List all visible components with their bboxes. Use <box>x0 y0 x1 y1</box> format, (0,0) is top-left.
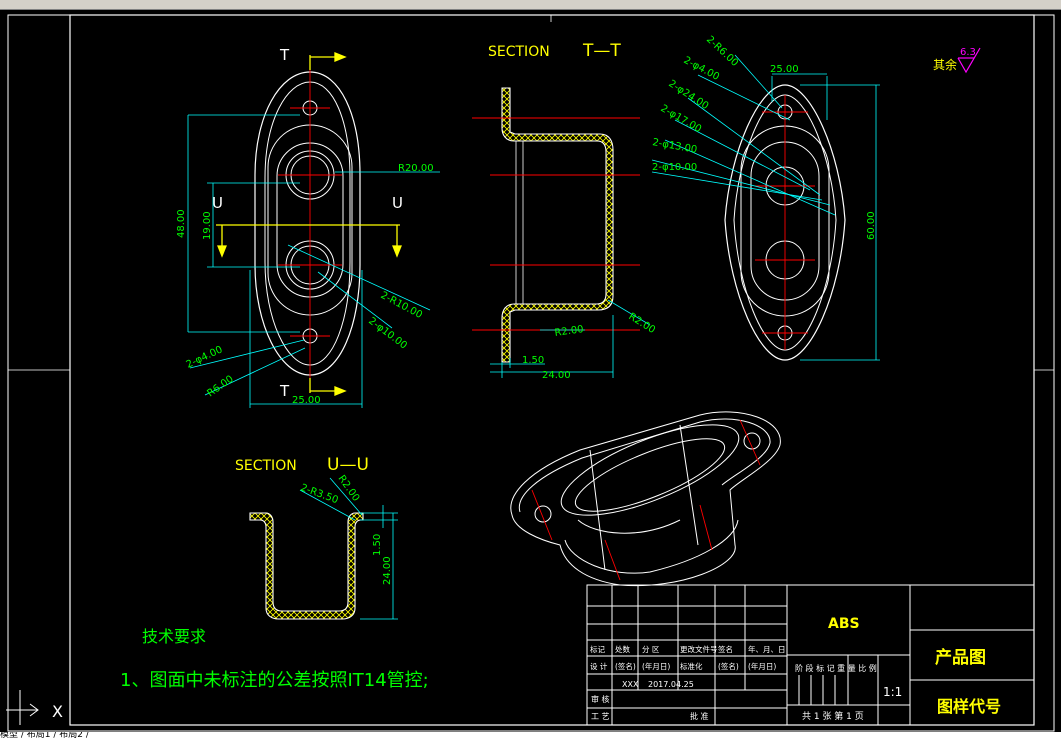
iso-hole-left <box>534 505 552 523</box>
dim-25: 25.00 <box>292 395 321 406</box>
dim-uu-24: 24.00 <box>382 556 393 585</box>
iso-flange-outline <box>510 411 781 587</box>
iso-cup-floor <box>577 519 681 534</box>
section-uu-title-suffix: U—U <box>327 455 369 475</box>
section-tt-dim-text: R2.00 R2.00 1.50 24.00 <box>522 311 657 381</box>
title-block-cell: 标记 <box>590 644 605 654</box>
title-block-cell: (年月日) <box>748 661 776 671</box>
title-block-cell: 分 区 <box>642 645 660 654</box>
dim-2phi10: 2-φ10.00 <box>366 316 409 352</box>
dim-right-2r6: 2-R6.00 <box>704 34 740 69</box>
iso-edge-2 <box>679 424 699 546</box>
section-tt-title-suffix: T—T <box>582 41 621 61</box>
title-block-cell: 标准化 <box>680 661 703 671</box>
dim-uu-150: 1.50 <box>372 534 383 556</box>
dim-19: 19.00 <box>202 211 213 240</box>
label-u-right: U <box>392 194 403 212</box>
dim-right-60: 60.00 <box>866 211 877 240</box>
section-uu-view: SECTION U—U 2-R3.50 R2.00 1.50 24.00 <box>235 455 398 620</box>
label-t-top: T <box>279 46 290 64</box>
section-tt-title-prefix: SECTION <box>488 44 550 60</box>
material-text: ABS <box>828 616 860 632</box>
iso-cup-rim-outer <box>560 424 740 516</box>
iso-edge-1 <box>589 449 606 571</box>
roughness-prefix: 其余 <box>933 57 957 72</box>
isometric-view <box>510 411 781 587</box>
title-block: ABS 产品图 图样代号 1:1 标记 处数 分 区 更改文件号 签名 年、月、日 设 计… <box>586 584 1035 726</box>
title-block-cell: 设 计 <box>590 661 608 671</box>
dim-tt-24: 24.00 <box>542 370 571 381</box>
iso-cup-rim-inner <box>574 438 726 512</box>
dim-tt-r2-inner: R2.00 <box>554 324 584 339</box>
drawing-number-text: 图样代号 <box>937 697 1001 716</box>
section-cut-markers <box>216 52 402 396</box>
right-view: 2-R6.00 2-φ4.00 2-φ24.00 2-φ17.00 2-φ13.… <box>651 34 880 361</box>
date-text: 2017.04.25 <box>648 680 694 689</box>
section-uu-wall <box>249 512 364 620</box>
title-block-design-row: 设 计 (签名) (年月日) 标准化 (签名) (年月日) <box>590 661 776 671</box>
title-block-header-row: 标记 处数 分 区 更改文件号 签名 年、月、日 <box>590 644 786 654</box>
dim-tt-r2-outer: R2.00 <box>626 311 657 336</box>
dim-48: 48.00 <box>176 209 187 238</box>
dim-right-2phi4: 2-φ4.00 <box>682 55 721 83</box>
dim-right-25: 25.00 <box>770 64 799 75</box>
title-block-cell: 处数 <box>615 644 630 654</box>
dim-right-2phi10: 2-φ10.00 <box>652 162 697 173</box>
dim-tt-150: 1.50 <box>522 355 544 366</box>
dim-right-2phi17: 2-φ17.00 <box>659 103 704 135</box>
title-block-cell: (签名) <box>718 661 739 671</box>
notes-heading: 技术要求 <box>142 627 206 646</box>
sheets-text: 共 1 张 第 1 页 <box>802 710 864 722</box>
roughness-value: 6.3 <box>960 47 976 58</box>
technical-notes: 技术要求 1、图面中未标注的公差按照IT14管控; <box>120 627 429 691</box>
section-tt-wall <box>501 87 614 363</box>
process-text: 工 艺 <box>591 712 610 721</box>
section-tt-dim-lines <box>490 299 651 378</box>
roughness-symbol: 其余 6.3 <box>933 47 981 74</box>
iso-flange-inner <box>518 418 771 513</box>
drawing-canvas[interactable]: R20.00 48.00 19.00 2-R10.00 2-φ10.00 2-φ… <box>0 0 1061 738</box>
cad-window: R20.00 48.00 19.00 2-R10.00 2-φ10.00 2-φ… <box>0 0 1061 738</box>
section-tt-view: SECTION T—T R2.00 R2.00 1.50 24.00 <box>472 41 657 381</box>
dim-2phi4: 2-φ4.00 <box>185 344 225 370</box>
section-uu-dim-text: 2-R3.50 R2.00 1.50 24.00 <box>299 473 393 585</box>
section-tt-inner-lines <box>515 141 524 304</box>
dim-2r10: 2-R10.00 <box>379 290 424 321</box>
ucs-icon: X <box>6 690 63 725</box>
view-label-text: T T U U <box>212 46 403 400</box>
notes-line-1: 1、图面中未标注的公差按照IT14管控; <box>120 670 429 691</box>
designer-text: XXX <box>622 680 639 689</box>
title-block-cell: 签名 <box>718 644 733 654</box>
section-tt-centerlines <box>472 117 640 331</box>
stage-header-text: 阶 段 标 记 重 量 比 例 <box>795 663 877 673</box>
product-name-text: 产品图 <box>935 647 986 668</box>
title-block-cell: (年月日) <box>642 661 670 671</box>
title-block-cell: (签名) <box>615 661 636 671</box>
right-dim-lines <box>651 54 880 361</box>
dim-r20: R20.00 <box>398 163 434 174</box>
title-block-cell: 更改文件号 <box>680 644 718 654</box>
dim-right-2phi24: 2-φ24.00 <box>666 78 710 112</box>
sheet-border <box>7 14 1055 732</box>
review-text: 审 核 <box>591 694 610 704</box>
dim-uu-2r350: 2-R3.50 <box>299 482 340 506</box>
front-dimension-lines <box>187 114 440 408</box>
section-uu-title-prefix: SECTION <box>235 458 297 474</box>
title-block-cell: 年、月、日 <box>748 644 786 654</box>
ucs-axis-label: X <box>52 702 63 721</box>
front-inner-outline <box>264 81 351 366</box>
approve-text: 批 准 <box>690 711 709 721</box>
front-view: R20.00 48.00 19.00 2-R10.00 2-φ10.00 2-φ… <box>176 46 440 408</box>
dim-r6: R6.00 <box>205 374 235 400</box>
label-t-bottom: T <box>279 382 290 400</box>
right-dim-text: 2-R6.00 2-φ4.00 2-φ24.00 2-φ17.00 2-φ13.… <box>651 34 877 240</box>
status-bar[interactable]: 模型 / 布局1 / 布局2 / <box>0 732 1061 738</box>
dim-right-2phi13: 2-φ13.00 <box>651 137 697 156</box>
right-centerlines <box>755 95 815 350</box>
scale-text: 1:1 <box>883 685 902 699</box>
label-u-left: U <box>212 194 223 212</box>
